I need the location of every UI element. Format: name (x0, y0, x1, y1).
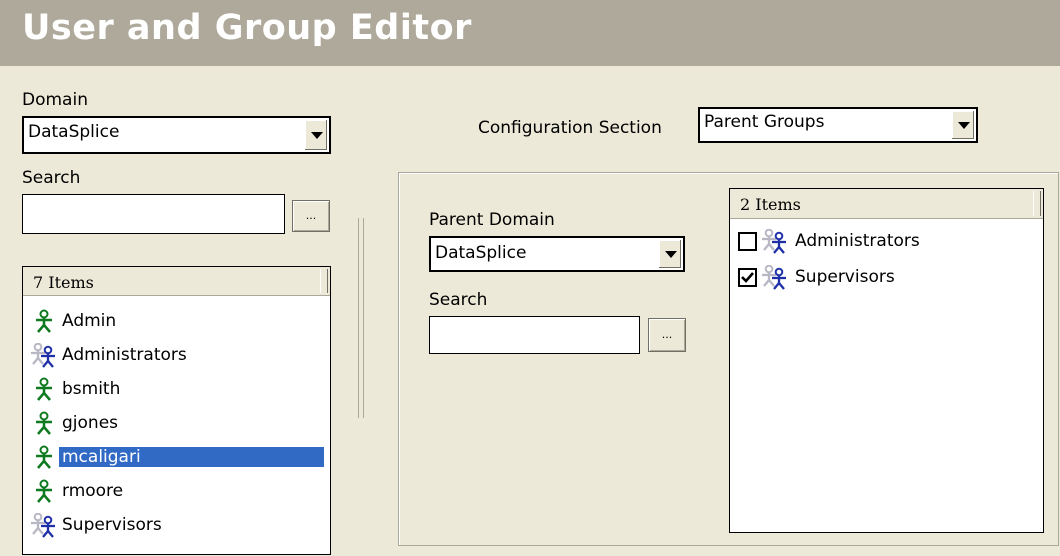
splitter-handle[interactable] (358, 218, 364, 418)
column-resize-handle[interactable] (320, 269, 328, 293)
group-icon (760, 264, 790, 291)
list-item[interactable]: Administrators (738, 228, 1037, 255)
list-item[interactable]: Admin (29, 309, 324, 335)
search-label: Search (22, 168, 81, 188)
config-section-select[interactable]: Parent Groups (698, 107, 978, 143)
chevron-down-icon[interactable] (304, 120, 327, 150)
column-resize-handle[interactable] (1033, 191, 1041, 216)
domain-select[interactable]: DataSplice (22, 116, 331, 154)
chevron-down-icon[interactable] (951, 111, 974, 139)
list-item-label: rmoore (62, 481, 124, 501)
list-item[interactable]: mcaligari (29, 445, 325, 471)
user-group-list[interactable]: 7 Items Admin Administrators bsmith gjones m… (22, 266, 331, 555)
list-item-label: Admin (62, 311, 117, 331)
list-header[interactable]: 2 Items (730, 189, 1043, 219)
list-item[interactable]: Supervisors (29, 512, 324, 539)
parent-search-browse-button[interactable]: ... (648, 318, 686, 352)
checkmark-icon (741, 272, 754, 283)
group-icon (29, 342, 59, 369)
domain-select-value: DataSplice (28, 122, 120, 142)
checkbox-unchecked[interactable] (738, 232, 757, 251)
search-input[interactable] (22, 194, 285, 234)
chevron-down-icon[interactable] (658, 240, 681, 268)
config-section-label: Configuration Section (478, 118, 662, 138)
page-title: User and Group Editor (22, 8, 472, 48)
list-item[interactable]: gjones (29, 411, 324, 437)
list-item-label: Administrators (795, 231, 920, 251)
parent-search-label: Search (429, 290, 488, 310)
group-icon (29, 512, 59, 539)
parent-search-input[interactable] (429, 316, 640, 354)
title-bar: User and Group Editor (0, 0, 1060, 66)
group-icon (760, 228, 790, 255)
list-item[interactable]: Supervisors (738, 264, 1037, 291)
list-item[interactable]: bsmith (29, 377, 324, 403)
list-header-count: 7 Items (33, 273, 94, 292)
checkbox-checked[interactable] (738, 268, 757, 287)
config-section-value: Parent Groups (704, 112, 825, 132)
list-item-label: Supervisors (62, 515, 162, 535)
list-item[interactable]: rmoore (29, 479, 324, 505)
list-item-label: bsmith (62, 379, 121, 399)
list-item-label: Administrators (62, 345, 187, 365)
search-browse-button[interactable]: ... (292, 200, 330, 232)
parent-domain-select[interactable]: DataSplice (429, 236, 685, 272)
list-item[interactable]: Administrators (29, 342, 324, 369)
list-header[interactable]: 7 Items (23, 267, 330, 296)
list-header-count: 2 Items (740, 195, 801, 214)
list-item-label: gjones (62, 413, 119, 433)
domain-label: Domain (22, 90, 88, 110)
list-item-label: mcaligari (58, 446, 325, 468)
parent-group-list[interactable]: 2 Items Administrators Supervisors (729, 188, 1044, 533)
parent-domain-value: DataSplice (435, 243, 527, 263)
list-item-label: Supervisors (795, 267, 895, 287)
parent-domain-label: Parent Domain (429, 210, 555, 230)
